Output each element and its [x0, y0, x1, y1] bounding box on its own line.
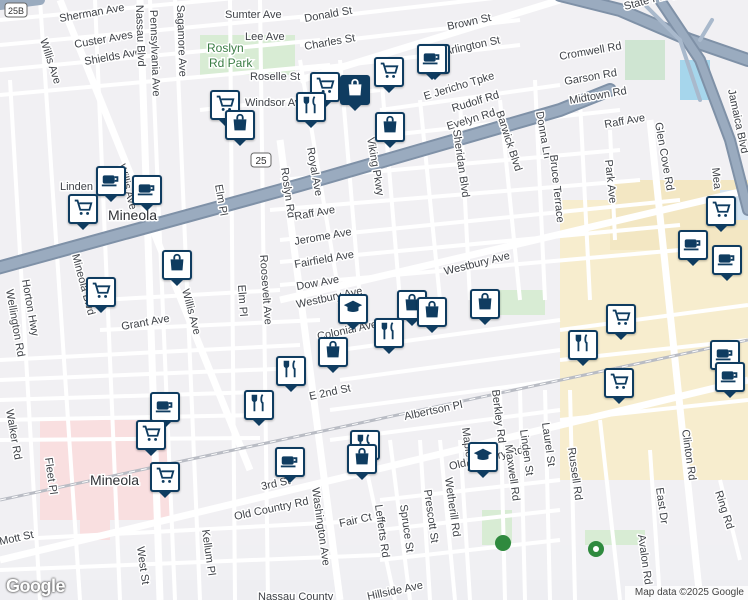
- street-label: Lee Ave: [245, 31, 285, 43]
- shopping-bag-marker[interactable]: [318, 337, 348, 373]
- shopping-cart-marker[interactable]: [706, 196, 736, 232]
- route-25-label: 25: [255, 156, 267, 167]
- street-label: Roselle St: [250, 71, 300, 83]
- cafe-marker[interactable]: [132, 175, 162, 211]
- area-label: Nassau County: [258, 591, 334, 600]
- shopping-bag-marker[interactable]: [347, 444, 377, 480]
- shopping-cart-marker[interactable]: [606, 304, 636, 340]
- shopping-bag-marker[interactable]: [340, 75, 370, 111]
- cafe-marker[interactable]: [275, 447, 305, 483]
- school-marker[interactable]: [468, 442, 498, 478]
- route-25b-label: 25B: [8, 6, 24, 16]
- map-canvas[interactable]: 25 25B Sherman Ave Sumter Ave Donald St …: [0, 0, 748, 600]
- coffee-cup-icon: [682, 232, 704, 259]
- cafe-marker[interactable]: [417, 44, 447, 80]
- grocery-cart-icon: [140, 422, 162, 449]
- graduation-cap-icon: [342, 296, 364, 323]
- shopping-bag-icon: [229, 112, 251, 139]
- cafe-marker[interactable]: [715, 362, 745, 398]
- park-label-line2: Rd Park: [209, 56, 253, 70]
- shopping-bag-icon: [166, 252, 188, 279]
- cafe-marker[interactable]: [678, 230, 708, 266]
- route-25-shield: 25: [250, 152, 272, 168]
- park-label-line1: Roslyn: [207, 41, 244, 55]
- fork-knife-icon: [300, 94, 322, 121]
- route-25b-shield: 25B: [4, 2, 28, 18]
- street-label: Nassau Blvd: [133, 5, 147, 67]
- graduation-cap-icon: [472, 444, 494, 471]
- shopping-bag-icon: [379, 114, 401, 141]
- coffee-cup-icon: [279, 449, 301, 476]
- restaurant-marker[interactable]: [276, 356, 306, 392]
- coffee-cup-icon: [100, 168, 122, 195]
- shopping-cart-marker[interactable]: [374, 57, 404, 93]
- street-label: Sagamore Ave: [174, 5, 189, 77]
- fork-knife-icon: [280, 358, 302, 385]
- shopping-bag-icon: [421, 299, 443, 326]
- shopping-bag-icon: [474, 291, 496, 318]
- school-marker[interactable]: [338, 294, 368, 330]
- street-label: Mea: [709, 167, 723, 190]
- cafe-marker[interactable]: [96, 166, 126, 202]
- grocery-cart-icon: [90, 279, 112, 306]
- restaurant-marker[interactable]: [568, 330, 598, 366]
- shopping-bag-marker[interactable]: [225, 110, 255, 146]
- map-data-text: Map data ©2025 Google: [634, 587, 744, 598]
- coffee-cup-icon: [716, 247, 738, 274]
- fork-knife-icon: [248, 392, 270, 419]
- restaurant-marker[interactable]: [296, 92, 326, 128]
- coffee-cup-icon: [136, 177, 158, 204]
- grocery-cart-icon: [378, 59, 400, 86]
- grocery-cart-icon: [608, 370, 630, 397]
- park-poi-marker: [495, 535, 511, 551]
- shopping-cart-marker[interactable]: [604, 368, 634, 404]
- shopping-bag-icon: [344, 77, 366, 104]
- grocery-cart-icon: [72, 196, 94, 223]
- coffee-cup-icon: [421, 46, 443, 73]
- shopping-bag-marker[interactable]: [470, 289, 500, 325]
- street-label: Elm Pl: [235, 284, 249, 317]
- grocery-cart-icon: [710, 198, 732, 225]
- shopping-bag-marker[interactable]: [417, 297, 447, 333]
- shopping-cart-marker[interactable]: [150, 462, 180, 498]
- restaurant-marker[interactable]: [244, 390, 274, 426]
- coffee-cup-icon: [154, 394, 176, 421]
- street-label: Sumter Ave: [225, 9, 282, 21]
- grocery-cart-icon: [610, 306, 632, 333]
- shopping-bag-marker[interactable]: [162, 250, 192, 286]
- shopping-bag-marker[interactable]: [375, 112, 405, 148]
- shopping-cart-marker[interactable]: [136, 420, 166, 456]
- cafe-marker[interactable]: [712, 245, 742, 281]
- coffee-cup-icon: [719, 364, 741, 391]
- shopping-cart-marker[interactable]: [68, 194, 98, 230]
- shopping-cart-marker[interactable]: [86, 277, 116, 313]
- cafe-marker[interactable]: [150, 392, 180, 428]
- shopping-bag-icon: [322, 339, 344, 366]
- place-label-mineola-station: Mineola: [90, 472, 139, 488]
- map-attribution[interactable]: Map data ©2025 Google: [624, 586, 748, 600]
- shopping-bag-icon: [351, 446, 373, 473]
- grocery-cart-icon: [154, 464, 176, 491]
- fork-knife-icon: [572, 332, 594, 359]
- fork-knife-icon: [378, 320, 400, 347]
- google-logo: Google: [6, 576, 66, 596]
- restaurant-marker[interactable]: [374, 318, 404, 354]
